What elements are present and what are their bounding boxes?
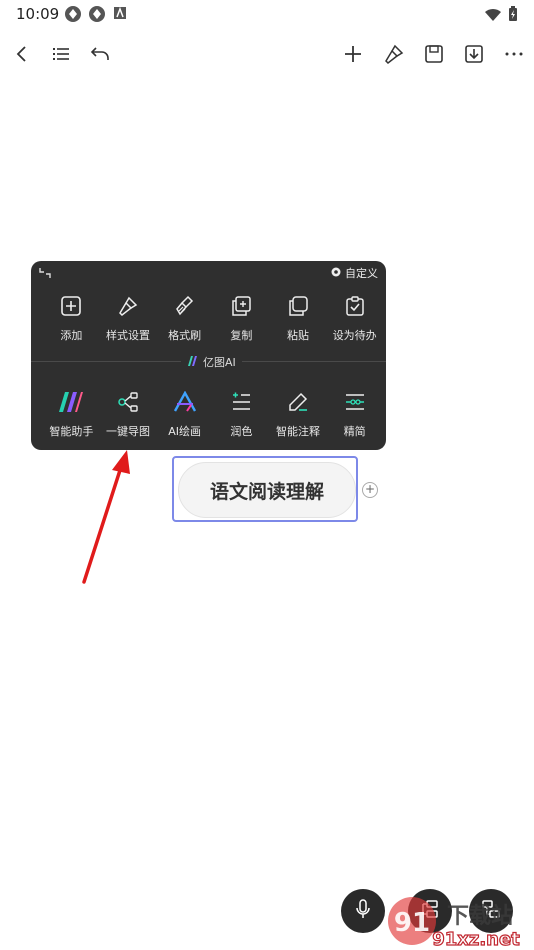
menu-item-one-click-mindmap[interactable]: 一键导图: [100, 389, 157, 439]
menu-item-label: 格式刷: [168, 329, 202, 342]
menu-item-smart-annotate[interactable]: 智能注释: [270, 389, 327, 439]
menu-item-label: 智能助手: [49, 425, 94, 438]
annotation-arrow: [82, 450, 130, 584]
brush-icon[interactable]: [380, 40, 408, 68]
plus-icon[interactable]: [339, 40, 367, 68]
sync-icon-2: [88, 5, 106, 23]
menu-item-label: 智能注释: [276, 425, 321, 438]
more-icon[interactable]: [500, 40, 528, 68]
paint-brush-icon: [115, 293, 141, 319]
status-system-icons: [484, 6, 518, 26]
outline-list-icon[interactable]: [47, 40, 75, 68]
gear-icon: [330, 266, 342, 281]
add-child-plus-icon[interactable]: +: [362, 482, 378, 498]
menu-item-label: 润色: [230, 425, 253, 438]
ai-section-header: 亿图AI: [181, 354, 242, 370]
menu-item-polish[interactable]: 润色: [213, 389, 270, 439]
menu-item-label: 精简: [343, 425, 366, 438]
mindmap-share-icon: [115, 389, 141, 415]
menu-item-label: AI绘画: [168, 425, 202, 438]
customize-button[interactable]: 自定义: [330, 265, 378, 281]
edit-actions-row: 添加 样式设置 格式刷 复制 粘贴 设为待办: [43, 293, 383, 343]
menu-item-copy[interactable]: 复制: [213, 293, 270, 343]
site-watermark: 91 下载站 91xz.net: [388, 897, 521, 950]
svg-text:91: 91: [394, 908, 430, 938]
status-time: 10:09: [16, 5, 60, 23]
menu-item-format-brush[interactable]: 格式刷: [156, 293, 213, 343]
customize-label: 自定义: [345, 267, 378, 280]
menu-item-paste[interactable]: 粘贴: [270, 293, 327, 343]
menu-item-set-todo[interactable]: 设为待办: [326, 293, 383, 343]
annotate-icon: [285, 389, 311, 415]
status-bar: 10:09: [0, 0, 534, 30]
mindmap-central-node[interactable]: 语文阅读理解: [178, 462, 356, 518]
format-brush-icon: [172, 293, 198, 319]
menu-item-ai-assistant[interactable]: 智能助手: [43, 389, 100, 439]
paste-icon: [285, 293, 311, 319]
save-icon[interactable]: [420, 40, 448, 68]
back-icon[interactable]: [8, 40, 36, 68]
sync-icon: [64, 5, 82, 23]
polish-icon: [228, 389, 254, 415]
menu-item-style-settings[interactable]: 样式设置: [100, 293, 157, 343]
menu-item-simplify[interactable]: 精简: [326, 389, 383, 439]
menu-item-label: 添加: [60, 329, 83, 342]
ai-paint-icon: [172, 389, 198, 415]
battery-icon: [508, 6, 518, 26]
download-icon[interactable]: [460, 40, 488, 68]
menu-item-label: 样式设置: [106, 329, 150, 342]
todo-icon: [342, 293, 368, 319]
node-context-menu: 自定义 添加 样式设置 格式刷 复制 粘贴 设为待办 亿图AI 智能助手 一键导…: [31, 261, 386, 450]
app-a-icon: [112, 5, 130, 23]
ai-actions-row: 智能助手 一键导图 AI绘画 润色 智能注释 精简: [43, 389, 383, 439]
copy-icon: [228, 293, 254, 319]
edraw-ai-logo-icon: [187, 355, 199, 370]
add-box-icon: [58, 293, 84, 319]
simplify-icon: [342, 389, 368, 415]
top-toolbar: [0, 34, 534, 74]
menu-item-label: 粘贴: [287, 329, 310, 342]
watermark-line2: 91xz.net: [432, 929, 520, 950]
microphone-icon: [353, 898, 373, 924]
menu-item-label: 一键导图: [106, 425, 150, 438]
menu-item-label: 复制: [230, 329, 253, 342]
status-notification-icons: [64, 5, 130, 23]
menu-item-add[interactable]: 添加: [43, 293, 100, 343]
watermark-line1: 下载站: [447, 903, 513, 929]
ai-section-label: 亿图AI: [203, 356, 236, 369]
menu-item-ai-painting[interactable]: AI绘画: [156, 389, 213, 439]
menu-item-label: 设为待办: [332, 329, 377, 342]
collapse-icon[interactable]: [37, 265, 53, 281]
undo-icon[interactable]: [86, 40, 114, 68]
ai-assistant-icon: [58, 389, 84, 415]
wifi-icon: [484, 7, 502, 26]
